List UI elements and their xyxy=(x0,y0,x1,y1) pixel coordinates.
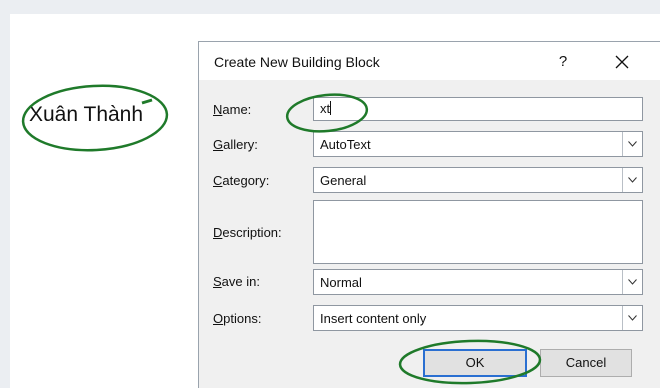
options-select[interactable]: Insert content only xyxy=(313,305,643,331)
help-button[interactable]: ? xyxy=(549,50,577,74)
dialog-title: Create New Building Block xyxy=(214,54,380,70)
category-dropdown-button[interactable] xyxy=(622,168,642,192)
save-in-label: Save in: xyxy=(213,274,260,289)
name-label: Name: xyxy=(213,102,252,117)
dialog-titlebar: Create New Building Block ? xyxy=(199,42,660,80)
document-text: Xuân Thành xyxy=(29,103,144,126)
save-in-value: Normal xyxy=(320,275,362,290)
category-label: Category: xyxy=(213,173,270,188)
gallery-label: Gallery: xyxy=(213,137,258,152)
close-button[interactable] xyxy=(607,49,637,75)
description-label: Description: xyxy=(213,225,282,240)
category-value: General xyxy=(320,173,367,188)
gallery-value: AutoText xyxy=(320,137,371,152)
save-in-dropdown-button[interactable] xyxy=(622,270,642,294)
cancel-button[interactable]: Cancel xyxy=(540,349,632,377)
description-textarea[interactable] xyxy=(313,200,643,264)
options-value: Insert content only xyxy=(320,311,427,326)
chevron-down-icon xyxy=(628,279,637,285)
create-building-block-dialog: Create New Building Block ? Name: xt Gal… xyxy=(198,41,660,388)
category-select[interactable]: General xyxy=(313,167,643,193)
text-caret xyxy=(330,101,332,115)
name-input[interactable]: xt xyxy=(313,97,643,121)
gallery-select[interactable]: AutoText xyxy=(313,131,643,157)
chevron-down-icon xyxy=(628,177,637,183)
options-dropdown-button[interactable] xyxy=(622,306,642,330)
name-input-value: xt xyxy=(320,101,331,116)
chevron-down-icon xyxy=(628,315,637,321)
chevron-down-icon xyxy=(628,141,637,147)
save-in-select[interactable]: Normal xyxy=(313,269,643,295)
ok-button[interactable]: OK xyxy=(423,349,527,377)
gallery-dropdown-button[interactable] xyxy=(622,132,642,156)
options-label: Options: xyxy=(213,311,262,326)
close-icon xyxy=(615,55,629,69)
